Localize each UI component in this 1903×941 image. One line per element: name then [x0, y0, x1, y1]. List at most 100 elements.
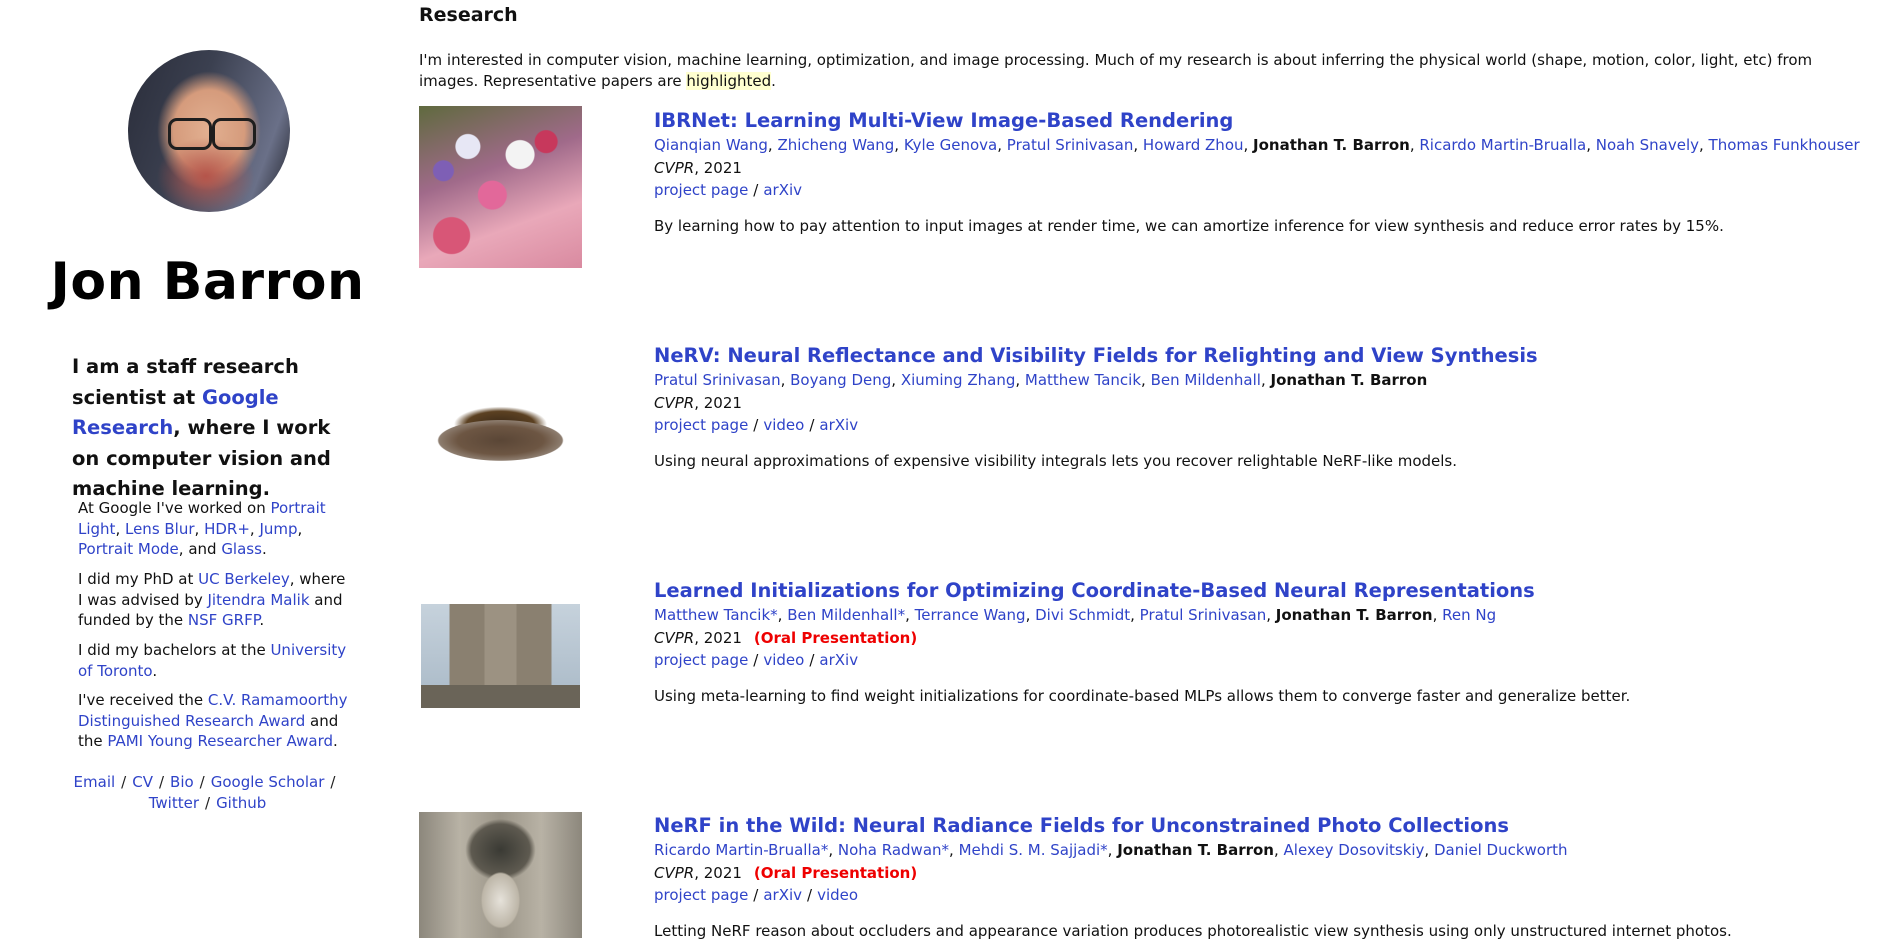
- author-link[interactable]: Divi Schmidt: [1035, 606, 1130, 624]
- google-work-text: At Google I've worked on: [78, 499, 271, 517]
- publication-thumbnail: [419, 812, 582, 938]
- author-list: Qianqian Wang, Zhicheng Wang, Kyle Genov…: [654, 136, 1860, 154]
- bachelors-paragraph: I did my bachelors at the University of …: [78, 641, 347, 680]
- self-author: Jonathan T. Barron: [1117, 841, 1274, 859]
- google-scholar-link[interactable]: Google Scholar: [211, 773, 325, 791]
- author-link[interactable]: Ricardo Martin-Brualla*: [654, 841, 828, 859]
- email-link[interactable]: Email: [74, 773, 116, 791]
- publication-info: NeRV: Neural Reflectance and Visibility …: [654, 343, 1874, 471]
- phd-paragraph: I did my PhD at UC Berkeley, where I was…: [78, 570, 346, 629]
- author-link[interactable]: Ren Ng: [1442, 606, 1496, 624]
- project-page-link[interactable]: project page: [654, 886, 748, 904]
- google-work-paragraph: At Google I've worked on Portrait Light,…: [78, 499, 326, 558]
- video-link[interactable]: video: [817, 886, 858, 904]
- publication-links: project page / video / arXiv: [654, 651, 859, 669]
- publication-description: Using neural approximations of expensive…: [654, 451, 1458, 470]
- uc-berkeley-link[interactable]: UC Berkeley: [198, 570, 290, 588]
- oral-presentation-badge: (Oral Presentation): [753, 628, 918, 647]
- cv-link[interactable]: CV: [132, 773, 153, 791]
- contact-links: Email / CV / Bio / Google Scholar / Twitter / Git…: [73, 773, 336, 812]
- venue-year: , 2021: [694, 863, 742, 882]
- author-link[interactable]: Kyle Genova: [904, 136, 997, 154]
- project-page-link[interactable]: project page: [654, 651, 748, 669]
- author-link[interactable]: Boyang Deng: [790, 371, 891, 389]
- twitter-link[interactable]: Twitter: [149, 794, 199, 812]
- hdr-plus-link[interactable]: HDR+: [204, 520, 250, 538]
- venue-year: , 2021: [694, 628, 742, 647]
- venue-name: CVPR: [654, 863, 695, 882]
- profile-photo: [128, 50, 290, 212]
- highlighted-word: highlighted: [686, 71, 772, 90]
- self-author: Jonathan T. Barron: [1275, 606, 1433, 624]
- author-link[interactable]: Pratul Srinivasan: [1140, 606, 1267, 624]
- portrait-mode-link[interactable]: Portrait Mode: [78, 540, 179, 558]
- author-link[interactable]: Thomas Funkhouser: [1709, 136, 1860, 154]
- publication-title-link[interactable]: IBRNet: Learning Multi-View Image-Based …: [654, 108, 1874, 134]
- bio-link[interactable]: Bio: [170, 773, 194, 791]
- self-author: Jonathan T. Barron: [1253, 136, 1410, 154]
- author-link[interactable]: Howard Zhou: [1143, 136, 1244, 154]
- venue-year: , 2021: [694, 158, 742, 177]
- arxiv-link[interactable]: arXiv: [763, 886, 802, 904]
- venue-year: , 2021: [694, 393, 742, 412]
- author-link[interactable]: Alexey Dosovitskiy: [1284, 841, 1425, 859]
- video-link[interactable]: video: [763, 416, 804, 434]
- research-heading: Research: [419, 4, 518, 26]
- author-list: Pratul Srinivasan, Boyang Deng, Xiuming …: [654, 371, 1428, 389]
- author-link[interactable]: Matthew Tancik*: [654, 606, 778, 624]
- venue-name: CVPR: [654, 393, 695, 412]
- author-link[interactable]: Qianqian Wang: [654, 136, 768, 154]
- author-link[interactable]: Noah Snavely: [1596, 136, 1699, 154]
- research-intro: I'm interested in computer vision, machi…: [419, 50, 1829, 91]
- project-page-link[interactable]: project page: [654, 416, 748, 434]
- venue-name: CVPR: [654, 628, 695, 647]
- publication-title-link[interactable]: NeRV: Neural Reflectance and Visibility …: [654, 343, 1874, 369]
- author-link[interactable]: Noha Radwan*: [838, 841, 949, 859]
- publication-description: By learning how to pay attention to inpu…: [654, 216, 1724, 235]
- author-list: Ricardo Martin-Brualla*, Noha Radwan*, M…: [654, 841, 1568, 859]
- arxiv-link[interactable]: arXiv: [819, 416, 858, 434]
- arxiv-link[interactable]: arXiv: [819, 651, 858, 669]
- glass-link[interactable]: Glass: [221, 540, 262, 558]
- pami-award-link[interactable]: PAMI Young Researcher Award: [107, 732, 333, 750]
- awards-paragraph: I've received the C.V. Ramamoorthy Disti…: [78, 691, 348, 750]
- author-link[interactable]: Ricardo Martin-Brualla: [1419, 136, 1586, 154]
- publication-info: IBRNet: Learning Multi-View Image-Based …: [654, 108, 1874, 236]
- author-link[interactable]: Ben Mildenhall*: [787, 606, 905, 624]
- jump-link[interactable]: Jump: [259, 520, 297, 538]
- phd-text: I did my PhD at: [78, 570, 199, 588]
- profile-name: Jon Barron: [50, 252, 365, 312]
- jitendra-malik-link[interactable]: Jitendra Malik: [208, 591, 310, 609]
- publication-title-link[interactable]: NeRF in the Wild: Neural Radiance Fields…: [654, 813, 1874, 839]
- publication-links: project page / arXiv: [654, 181, 803, 199]
- publication-description: Using meta-learning to find weight initi…: [654, 686, 1631, 705]
- glasses-right-lens: [212, 118, 256, 150]
- venue-name: CVPR: [654, 158, 695, 177]
- video-link[interactable]: video: [763, 651, 804, 669]
- glasses-left-lens: [168, 118, 212, 150]
- author-link[interactable]: Terrance Wang: [915, 606, 1026, 624]
- publication-links: project page / video / arXiv: [654, 416, 859, 434]
- nsf-grfp-link[interactable]: NSF GRFP: [188, 611, 260, 629]
- author-link[interactable]: Mehdi S. M. Sajjadi*: [959, 841, 1108, 859]
- author-link[interactable]: Matthew Tancik: [1025, 371, 1141, 389]
- publication-title-link[interactable]: Learned Initializations for Optimizing C…: [654, 578, 1874, 604]
- author-link[interactable]: Zhicheng Wang: [777, 136, 894, 154]
- bio-lead: I am a staff research scientist at Googl…: [72, 352, 362, 505]
- publication-info: NeRF in the Wild: Neural Radiance Fields…: [654, 813, 1874, 941]
- author-link[interactable]: Ben Mildenhall: [1151, 371, 1261, 389]
- author-link[interactable]: Daniel Duckworth: [1434, 841, 1568, 859]
- publication-thumbnail: [419, 106, 582, 268]
- oral-presentation-badge: (Oral Presentation): [753, 863, 918, 882]
- venue: CVPR, 2021: [654, 392, 1874, 415]
- sidebar: Jon Barron I am a staff research scienti…: [0, 0, 415, 938]
- arxiv-link[interactable]: arXiv: [763, 181, 802, 199]
- author-link[interactable]: Pratul Srinivasan: [1007, 136, 1134, 154]
- research-intro-text: I'm interested in computer vision, machi…: [419, 51, 1813, 90]
- author-link[interactable]: Xiuming Zhang: [901, 371, 1016, 389]
- lens-blur-link[interactable]: Lens Blur: [125, 520, 195, 538]
- awards-text: I've received the: [78, 691, 208, 709]
- project-page-link[interactable]: project page: [654, 181, 748, 199]
- author-link[interactable]: Pratul Srinivasan: [654, 371, 781, 389]
- github-link[interactable]: Github: [216, 794, 266, 812]
